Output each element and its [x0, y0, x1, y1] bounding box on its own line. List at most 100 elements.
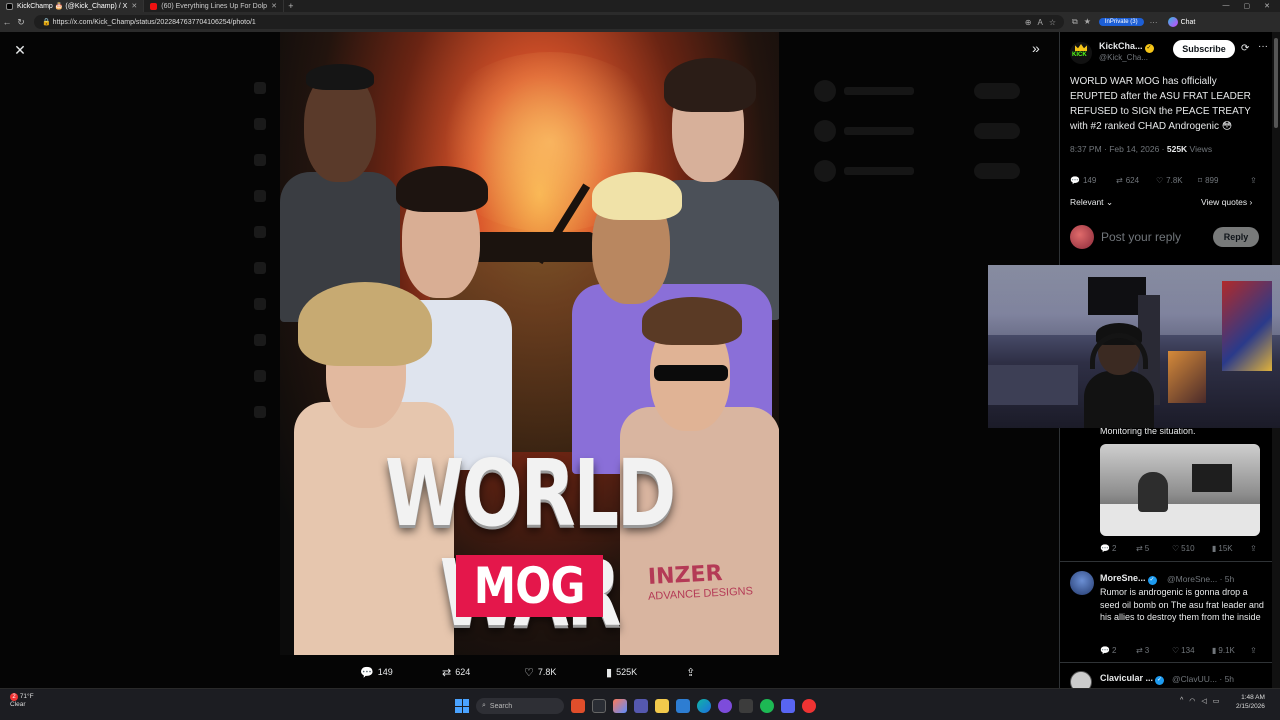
spotify-icon[interactable]: [760, 699, 774, 713]
share-action[interactable]: ⇪: [1250, 544, 1257, 553]
weather-widget[interactable]: 2 71°F Clear: [10, 693, 34, 709]
reply-age: · 5h: [1219, 674, 1235, 684]
copilot-chat-button[interactable]: Chat: [1167, 17, 1195, 27]
favorite-star-icon[interactable]: ☆: [1049, 18, 1056, 27]
clock-time: 1:48 AM: [1241, 694, 1265, 701]
subscribe-button[interactable]: Subscribe: [1173, 40, 1235, 58]
taskbar-search[interactable]: ⌕ Search: [476, 698, 564, 714]
system-tray: ^ ◠ ◁ ▭: [1180, 697, 1219, 705]
reply-input[interactable]: Post your reply: [1101, 230, 1181, 244]
tab-close-icon[interactable]: ✕: [131, 2, 137, 10]
views-action[interactable]: ▮ 9.1K: [1212, 646, 1235, 655]
reply-action[interactable]: 💬 2: [1100, 646, 1116, 655]
chevron-up-icon[interactable]: ^: [1180, 697, 1183, 705]
view-quotes-link[interactable]: View quotes ›: [1201, 197, 1252, 207]
share-action[interactable]: ⇪: [1250, 176, 1257, 185]
store-icon[interactable]: [676, 699, 690, 713]
lock-icon: 🔒: [42, 19, 53, 26]
author-name[interactable]: KickCha... ✓: [1099, 41, 1154, 53]
favorites-icon[interactable]: ★: [1084, 17, 1091, 27]
repost-action[interactable]: ⇄ 624: [1116, 176, 1139, 185]
author-handle[interactable]: @Kick_Cha...: [1099, 53, 1148, 62]
reply-avatar[interactable]: [1070, 571, 1094, 595]
reply-author-handle: @MoreSne... · 5h: [1167, 574, 1234, 584]
app-icon[interactable]: [802, 699, 816, 713]
more-options-icon[interactable]: ···: [1258, 41, 1268, 52]
scrollbar-thumb[interactable]: [1274, 38, 1278, 128]
reply-handle-text: @MoreSne...: [1167, 574, 1218, 584]
crown-icon: [1075, 44, 1087, 51]
back-icon[interactable]: ←: [0, 17, 14, 27]
app-icon[interactable]: [571, 699, 585, 713]
reply-icon: 💬: [360, 666, 374, 679]
battery-icon[interactable]: ▭: [1213, 697, 1220, 705]
reply-button[interactable]: Reply: [1213, 227, 1259, 247]
repost-action[interactable]: ⇄ 624: [442, 666, 470, 679]
tweet-photo[interactable]: WORLD WAR MOG INZER ADVANCE DESIGNS: [280, 32, 779, 655]
views-action[interactable]: ▮ 525K: [606, 666, 637, 679]
extensions-icon[interactable]: ⧉: [1072, 17, 1078, 27]
refresh-icon[interactable]: ↻: [14, 17, 28, 28]
inprivate-badge[interactable]: InPrivate (3): [1098, 18, 1144, 26]
share-icon: ⇪: [1250, 544, 1257, 553]
repost-icon: ⇄: [1136, 544, 1143, 553]
reply-author-name[interactable]: Clavicular ... ✓: [1100, 673, 1165, 685]
start-icon[interactable]: [455, 699, 469, 713]
app-icon[interactable]: [739, 699, 753, 713]
teams-icon[interactable]: [634, 699, 648, 713]
read-aloud-icon[interactable]: A: [1037, 18, 1042, 27]
address-bar: ← ↻ 🔒 https://x.com/Kick_Champ/status/20…: [0, 12, 1280, 32]
wifi-icon[interactable]: ◠: [1189, 697, 1195, 705]
edge-icon[interactable]: [697, 699, 711, 713]
share-action[interactable]: ⇪: [686, 666, 695, 679]
user-avatar: [1070, 225, 1094, 249]
reply-author-name[interactable]: MoreSne... ✓: [1100, 573, 1157, 585]
reply-photo[interactable]: [1100, 444, 1260, 536]
close-window-icon[interactable]: ✕: [1264, 2, 1270, 10]
reply-action[interactable]: 💬 149: [360, 666, 393, 679]
tweet-views-label: Views: [1187, 144, 1213, 154]
share-action[interactable]: ⇪: [1250, 646, 1257, 655]
zoom-icon[interactable]: ⊕: [1025, 18, 1032, 27]
more-menu-icon[interactable]: ···: [1150, 18, 1158, 27]
discord-icon[interactable]: [781, 699, 795, 713]
grok-explain-icon[interactable]: ⟳: [1241, 43, 1249, 54]
minimize-icon[interactable]: —: [1223, 2, 1230, 10]
poster-subtitle-box: MOG: [456, 555, 603, 617]
new-tab-icon[interactable]: +: [284, 1, 298, 11]
reply-text: Rumor is androgenic is gonna drop a seed…: [1100, 587, 1264, 622]
reply-count: 149: [1082, 176, 1097, 185]
views-action[interactable]: ▮ 15K: [1212, 544, 1233, 553]
repost-action[interactable]: ⇄ 5: [1136, 544, 1149, 553]
view-quotes-label: View quotes: [1201, 197, 1248, 207]
heart-icon: ♡: [524, 666, 534, 679]
tab-close-icon[interactable]: ✕: [271, 2, 277, 10]
volume-icon[interactable]: ◁: [1201, 697, 1206, 705]
tab-youtube[interactable]: (60) Everything Lines Up For Dolp ✕: [144, 0, 284, 12]
repost-action[interactable]: ⇄ 3: [1136, 646, 1149, 655]
tab-label: (60) Everything Lines Up For Dolp: [161, 2, 268, 10]
url-field[interactable]: 🔒 https://x.com/Kick_Champ/status/202284…: [34, 15, 1064, 29]
x-favicon-icon: [6, 2, 13, 10]
bookmark-action[interactable]: ⌑ 899: [1198, 176, 1218, 185]
reply-sort-dropdown[interactable]: Relevant ⌄: [1070, 197, 1113, 208]
close-viewer-button[interactable]: ✕: [12, 42, 28, 58]
task-view-icon[interactable]: [592, 699, 606, 713]
like-action[interactable]: ♡ 134: [1172, 646, 1195, 655]
clock[interactable]: 1:48 AM 2/15/2026: [1236, 693, 1265, 711]
tab-kickchamp[interactable]: KickChamp 🎂 (@Kick_Champ) / X ✕: [0, 0, 145, 12]
app-icon[interactable]: [718, 699, 732, 713]
like-action[interactable]: ♡ 510: [1172, 544, 1195, 553]
expand-panel-button[interactable]: »: [1032, 40, 1040, 56]
reply-action[interactable]: 💬 2: [1100, 544, 1116, 553]
reply-action[interactable]: 💬 149: [1070, 176, 1096, 185]
file-explorer-icon[interactable]: [655, 699, 669, 713]
like-action[interactable]: ♡ 7.8K: [1156, 176, 1183, 185]
kickchamp-avatar[interactable]: KICK: [1070, 42, 1092, 64]
home-icon: [254, 82, 266, 94]
like-action[interactable]: ♡ 7.8K: [524, 666, 556, 679]
url-text: https://x.com/Kick_Champ/status/20228476…: [52, 18, 256, 26]
maximize-icon[interactable]: ▢: [1244, 2, 1251, 10]
copilot-app-icon[interactable]: [613, 699, 627, 713]
reply-count: 2: [1111, 544, 1117, 553]
